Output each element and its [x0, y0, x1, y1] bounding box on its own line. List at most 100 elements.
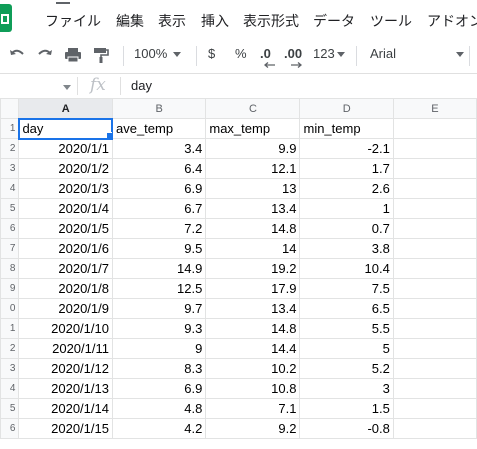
menu-tools[interactable]: ツール: [370, 11, 412, 31]
row-header[interactable]: 6: [0, 418, 20, 439]
menu-format[interactable]: 表示形式: [243, 11, 299, 31]
row-header[interactable]: 3: [0, 158, 20, 179]
name-box-chevron-icon[interactable]: [63, 85, 71, 90]
table-cell[interactable]: [392, 218, 477, 239]
increase-decimal-button[interactable]: .00: [284, 46, 302, 61]
table-cell[interactable]: 10.8: [205, 378, 301, 399]
table-cell[interactable]: 2020/1/7: [18, 258, 113, 279]
table-cell[interactable]: 2020/1/11: [18, 338, 113, 359]
decrease-decimal-button[interactable]: .0: [260, 46, 271, 61]
column-header-e[interactable]: E: [392, 98, 477, 119]
table-cell[interactable]: [392, 138, 477, 159]
table-cell[interactable]: [392, 398, 477, 419]
menu-edit[interactable]: 編集: [116, 11, 144, 31]
table-cell[interactable]: 1.7: [299, 158, 394, 179]
table-cell[interactable]: 2020/1/12: [18, 358, 113, 379]
formula-input[interactable]: day: [131, 78, 152, 93]
table-cell[interactable]: 6.5: [299, 298, 394, 319]
table-cell[interactable]: 9: [111, 338, 207, 359]
table-cell[interactable]: 3: [299, 378, 394, 399]
table-cell[interactable]: 5.5: [299, 318, 394, 339]
table-cell[interactable]: 12.1: [205, 158, 301, 179]
table-cell[interactable]: 4.8: [111, 398, 207, 419]
table-cell[interactable]: 9.7: [111, 298, 207, 319]
cell-d1[interactable]: min_temp: [299, 118, 394, 139]
table-cell[interactable]: 7.1: [205, 398, 301, 419]
undo-icon[interactable]: [8, 46, 26, 64]
column-header-d[interactable]: D: [299, 98, 394, 119]
table-cell[interactable]: [392, 258, 477, 279]
print-icon[interactable]: [64, 46, 82, 64]
table-cell[interactable]: 1: [299, 198, 394, 219]
redo-icon[interactable]: [36, 46, 54, 64]
row-header[interactable]: 1: [0, 318, 20, 339]
zoom-select[interactable]: 100%: [134, 46, 182, 61]
sheets-logo-icon[interactable]: [0, 4, 12, 32]
table-cell[interactable]: 2020/1/10: [18, 318, 113, 339]
menu-file[interactable]: ファイル: [45, 11, 101, 31]
table-cell[interactable]: 6.9: [111, 178, 207, 199]
doc-title-fragment[interactable]: [56, 0, 70, 4]
table-cell[interactable]: 3.4: [111, 138, 207, 159]
table-cell[interactable]: 0.7: [299, 218, 394, 239]
table-cell[interactable]: 7.5: [299, 278, 394, 299]
table-cell[interactable]: -0.8: [299, 418, 394, 439]
table-cell[interactable]: 13.4: [205, 298, 301, 319]
table-cell[interactable]: 6.7: [111, 198, 207, 219]
table-cell[interactable]: 9.2: [205, 418, 301, 439]
table-cell[interactable]: 9.3: [111, 318, 207, 339]
table-cell[interactable]: 2020/1/5: [18, 218, 113, 239]
table-cell[interactable]: [392, 238, 477, 259]
row-header[interactable]: 1: [0, 118, 20, 139]
table-cell[interactable]: 2020/1/4: [18, 198, 113, 219]
row-header[interactable]: 5: [0, 198, 20, 219]
row-header[interactable]: 7: [0, 238, 20, 259]
table-cell[interactable]: 17.9: [205, 278, 301, 299]
table-cell[interactable]: 10.2: [205, 358, 301, 379]
table-cell[interactable]: 2.6: [299, 178, 394, 199]
table-cell[interactable]: 5: [299, 338, 394, 359]
column-header-a[interactable]: A: [18, 98, 113, 119]
table-cell[interactable]: 14: [205, 238, 301, 259]
table-cell[interactable]: 2020/1/9: [18, 298, 113, 319]
menu-view[interactable]: 表示: [158, 11, 186, 31]
currency-format-button[interactable]: $: [208, 46, 215, 61]
table-cell[interactable]: 2020/1/6: [18, 238, 113, 259]
table-cell[interactable]: 9.9: [205, 138, 301, 159]
table-cell[interactable]: 14.4: [205, 338, 301, 359]
cell-c1[interactable]: max_temp: [205, 118, 301, 139]
table-cell[interactable]: 14.9: [111, 258, 207, 279]
table-cell[interactable]: 12.5: [111, 278, 207, 299]
row-header[interactable]: 4: [0, 378, 20, 399]
table-cell[interactable]: [392, 318, 477, 339]
table-cell[interactable]: 3.8: [299, 238, 394, 259]
table-cell[interactable]: 2020/1/8: [18, 278, 113, 299]
cell-e1[interactable]: [392, 118, 477, 139]
table-cell[interactable]: 14.8: [205, 318, 301, 339]
table-cell[interactable]: 13.4: [205, 198, 301, 219]
table-cell[interactable]: 13: [205, 178, 301, 199]
table-cell[interactable]: 6.4: [111, 158, 207, 179]
table-cell[interactable]: 1.5: [299, 398, 394, 419]
cell-b1[interactable]: ave_temp: [111, 118, 207, 139]
row-header[interactable]: 9: [0, 278, 20, 299]
table-cell[interactable]: 2020/1/13: [18, 378, 113, 399]
menu-insert[interactable]: 挿入: [201, 11, 229, 31]
table-cell[interactable]: 2020/1/15: [18, 418, 113, 439]
more-formats-button[interactable]: 123: [313, 46, 345, 61]
row-header[interactable]: 0: [0, 298, 20, 319]
table-cell[interactable]: 9.5: [111, 238, 207, 259]
table-cell[interactable]: [392, 278, 477, 299]
row-header[interactable]: 3: [0, 358, 20, 379]
table-cell[interactable]: 2020/1/1: [18, 138, 113, 159]
table-cell[interactable]: 19.2: [205, 258, 301, 279]
table-cell[interactable]: 2020/1/2: [18, 158, 113, 179]
column-header-b[interactable]: B: [111, 98, 207, 119]
table-cell[interactable]: [392, 158, 477, 179]
table-cell[interactable]: [392, 298, 477, 319]
table-cell[interactable]: 2020/1/3: [18, 178, 113, 199]
menu-addons[interactable]: アドオン: [427, 11, 477, 31]
table-cell[interactable]: [392, 198, 477, 219]
row-header[interactable]: 2: [0, 338, 20, 359]
row-header[interactable]: 8: [0, 258, 20, 279]
